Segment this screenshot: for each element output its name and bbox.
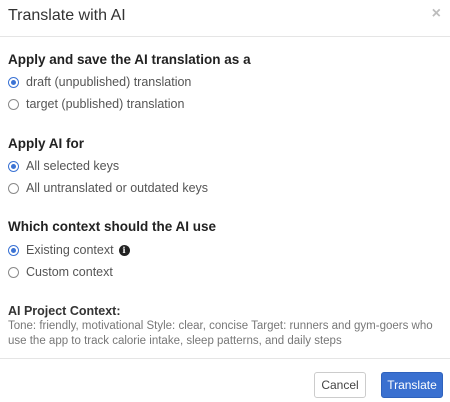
project-context-title: AI Project Context: bbox=[8, 304, 121, 318]
radio-existing-context[interactable] bbox=[8, 244, 19, 256]
option-label: All selected keys bbox=[26, 159, 120, 173]
option-draft-translation[interactable]: draft (unpublished) translation bbox=[8, 73, 191, 91]
dialog-title: Translate with AI bbox=[8, 7, 126, 24]
option-label: Custom context bbox=[26, 265, 113, 279]
radio-selected-keys[interactable] bbox=[8, 160, 19, 172]
dialog-header: Translate with AI × bbox=[0, 0, 450, 37]
radio-untranslated-keys[interactable] bbox=[8, 182, 19, 194]
option-label: target (published) translation bbox=[26, 97, 185, 111]
option-label: draft (unpublished) translation bbox=[26, 75, 192, 89]
radio-draft[interactable] bbox=[8, 76, 19, 88]
option-custom-context[interactable]: Custom context bbox=[8, 263, 113, 281]
option-target-translation[interactable]: target (published) translation bbox=[8, 95, 184, 113]
dialog-footer: Cancel Translate bbox=[0, 358, 450, 402]
apply-save-title: Apply and save the AI translation as a bbox=[8, 52, 251, 67]
option-existing-context[interactable]: Existing context i bbox=[8, 241, 130, 259]
translate-dialog: Translate with AI × Apply and save the A… bbox=[0, 0, 450, 402]
cancel-button[interactable]: Cancel bbox=[314, 372, 366, 398]
option-label: Existing context bbox=[26, 243, 114, 257]
option-all-selected-keys[interactable]: All selected keys bbox=[8, 157, 119, 175]
apply-for-title: Apply AI for bbox=[8, 136, 84, 151]
option-untranslated-keys[interactable]: All untranslated or outdated keys bbox=[8, 179, 208, 197]
context-title: Which context should the AI use bbox=[8, 219, 217, 234]
close-icon[interactable]: × bbox=[432, 6, 441, 22]
translate-button[interactable]: Translate bbox=[381, 372, 443, 398]
project-context-text: Tone: friendly, motivational Style: clea… bbox=[8, 320, 433, 347]
radio-custom-context[interactable] bbox=[8, 266, 19, 278]
info-icon[interactable]: i bbox=[118, 244, 130, 256]
radio-target[interactable] bbox=[8, 98, 19, 110]
option-label: All untranslated or outdated keys bbox=[26, 181, 209, 195]
